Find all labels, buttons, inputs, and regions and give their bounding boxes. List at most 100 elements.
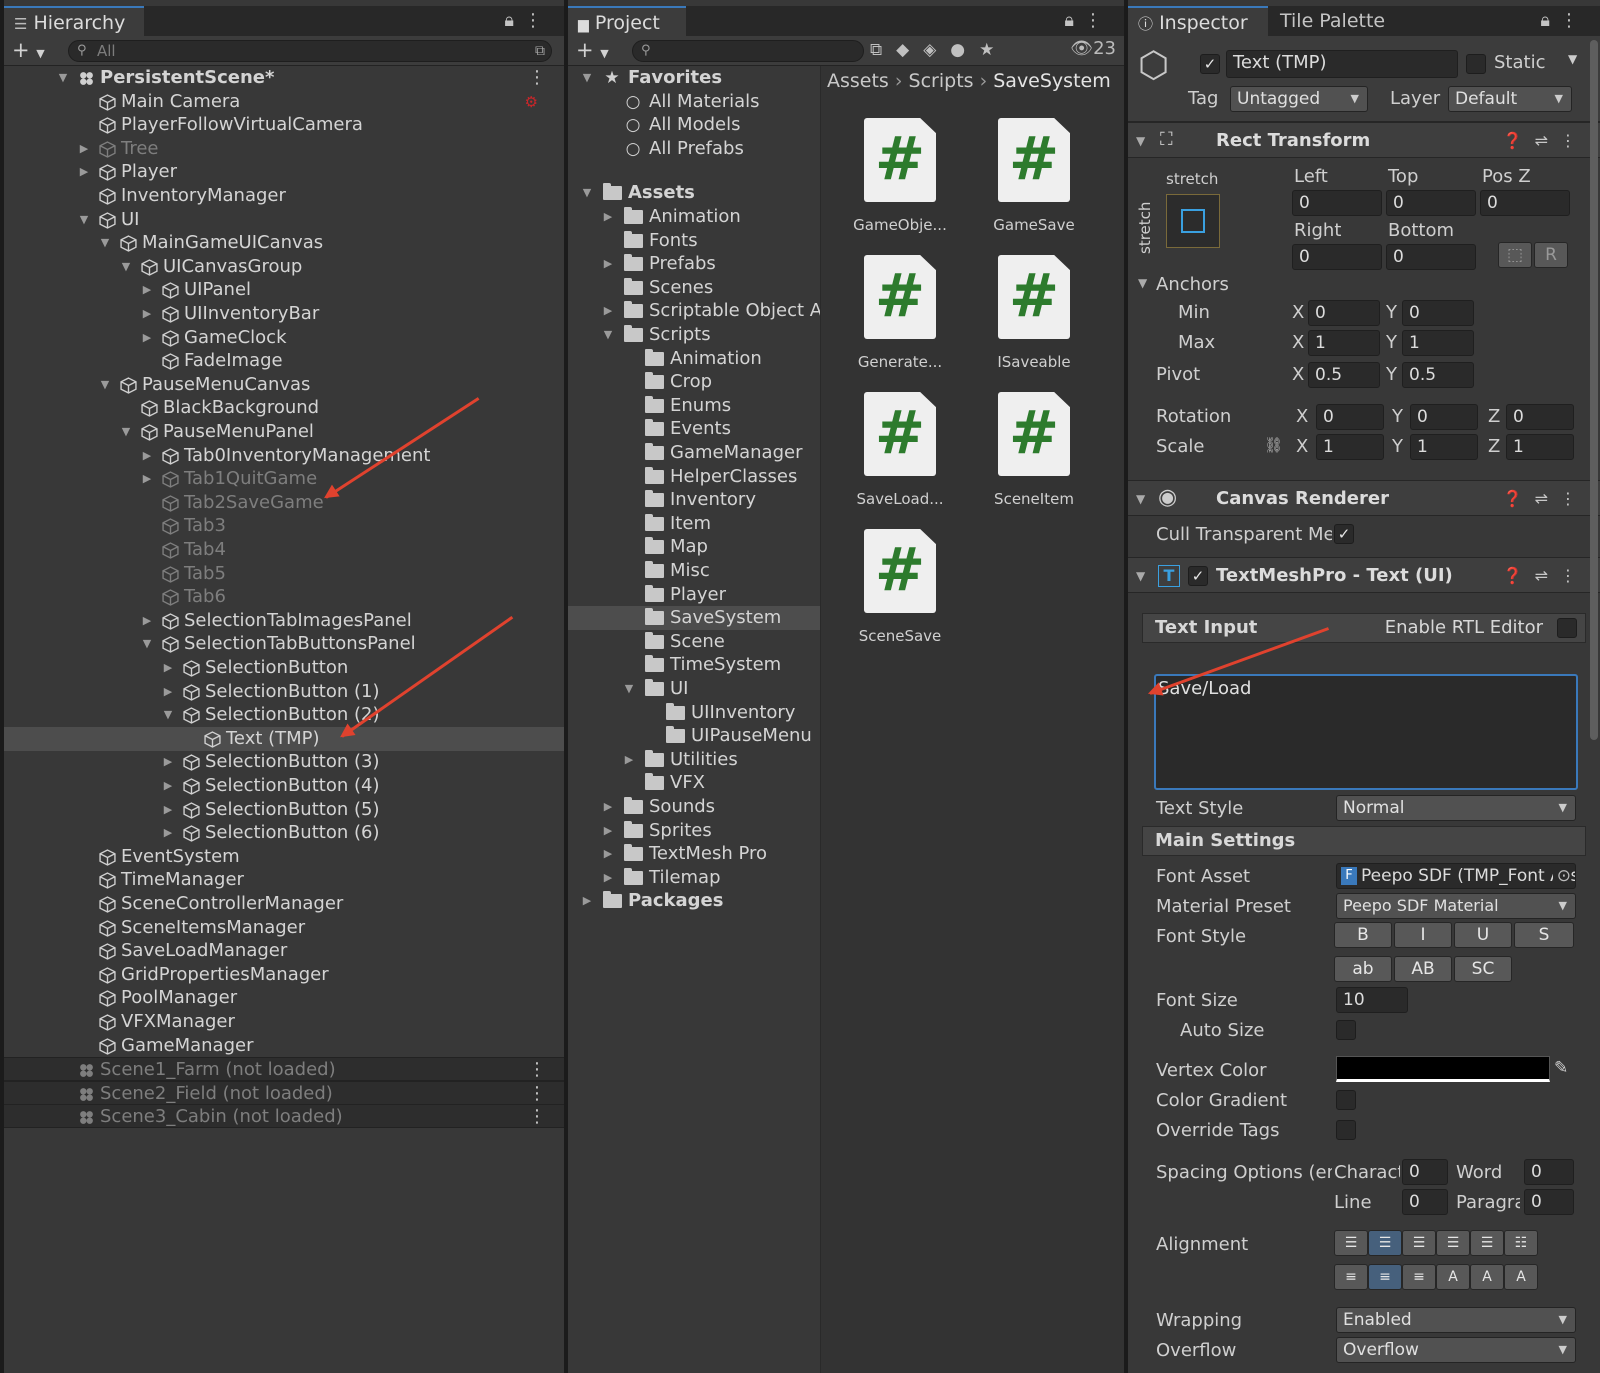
expand-arrow-down-icon[interactable]: ▼ (580, 181, 594, 205)
expand-arrow-down-icon[interactable]: ▼ (140, 632, 154, 656)
smallcaps-button[interactable]: SC (1454, 956, 1512, 982)
font-asset-field[interactable]: F Peepo SDF (TMP_Font Asset) ⊙ (1336, 863, 1576, 889)
project-tree-row[interactable]: ▶ Utilities (568, 748, 820, 772)
layer-dropdown[interactable]: Default (1448, 86, 1572, 112)
active-checkbox[interactable]: ✓ (1200, 54, 1220, 74)
component-tools[interactable]: ❓⇌⋮ (1503, 558, 1588, 594)
console-warning-icon[interactable]: ● (950, 40, 979, 60)
anchor-min-y-field[interactable]: 0 (1402, 300, 1474, 326)
static-checkbox[interactable] (1466, 54, 1486, 74)
kebab-menu-icon[interactable]: ⋮ (1560, 10, 1588, 31)
scene-kebab-menu-icon[interactable]: ⋮ (528, 1058, 546, 1082)
pivot-x-field[interactable]: 0.5 (1308, 362, 1380, 388)
overflow-dropdown[interactable]: Overflow (1336, 1337, 1576, 1363)
expand-arrow-right-icon[interactable]: ▶ (140, 444, 154, 468)
expand-arrow-right-icon[interactable]: ▶ (140, 609, 154, 633)
character-spacing-field[interactable]: 0 (1402, 1159, 1448, 1185)
project-tree-row[interactable]: Scenes (568, 276, 820, 300)
hierarchy-row[interactable]: BlackBackground (4, 396, 564, 420)
hierarchy-row[interactable]: GameManager (4, 1034, 564, 1058)
expand-arrow-down-icon[interactable]: ▼ (161, 703, 175, 727)
preset-icon[interactable]: ⇌ (1535, 566, 1560, 585)
inspector-scrollbar[interactable] (1590, 40, 1598, 740)
align-geometry-center-icon[interactable]: ☷ (1504, 1230, 1538, 1256)
search-by-type-icon[interactable]: ⧉ (870, 40, 896, 60)
rtl-editor-checkbox[interactable] (1557, 618, 1577, 638)
project-tree-row[interactable]: Scene (568, 630, 820, 654)
right-field[interactable]: 0 (1292, 244, 1382, 270)
expand-arrow-right-icon[interactable]: ▶ (161, 680, 175, 704)
help-icon[interactable]: ❓ (1503, 131, 1535, 150)
scene-visibility-icon[interactable]: ⧉ (535, 41, 545, 61)
project-tree-row[interactable]: ○ All Models (568, 113, 820, 137)
font-size-field[interactable]: 10 (1336, 987, 1408, 1013)
hierarchy-row[interactable]: ▶ Player (4, 160, 564, 184)
script-asset[interactable]: # ISaveable (975, 255, 1093, 371)
project-tree-row[interactable]: Fonts (568, 229, 820, 253)
lock-icon[interactable]: 🔒︎ (1064, 10, 1084, 31)
hierarchy-row[interactable]: ▼ MainGameUICanvas (4, 231, 564, 255)
hierarchy-row[interactable]: Tab4 (4, 538, 564, 562)
project-tree-row[interactable]: SaveSystem (568, 606, 820, 631)
expand-arrow-right-icon[interactable]: ▶ (161, 656, 175, 680)
preset-icon[interactable]: ⇌ (1535, 131, 1560, 150)
project-tree-row[interactable]: Enums (568, 394, 820, 418)
hierarchy-row[interactable]: InventoryManager (4, 184, 564, 208)
static-dropdown-icon[interactable]: ▼ (1568, 52, 1577, 66)
kebab-menu-icon[interactable]: ⋮ (1560, 566, 1588, 585)
favorite-star-icon[interactable]: ★ (979, 40, 1008, 60)
hierarchy-row[interactable]: ▶ Tree (4, 137, 564, 161)
align-middle-icon[interactable]: ≡ (1368, 1264, 1402, 1290)
project-tree-row[interactable]: GameManager (568, 441, 820, 465)
project-tree-row[interactable]: ▼ Scripts (568, 323, 820, 347)
align-baseline-icon[interactable]: A (1436, 1264, 1470, 1290)
wrapping-dropdown[interactable]: Enabled (1336, 1307, 1576, 1333)
rotation-y-field[interactable]: 0 (1410, 404, 1478, 430)
hierarchy-search-input[interactable]: ⚲ All ⧉ (68, 40, 552, 62)
project-tree-row[interactable]: ▶ Prefabs (568, 252, 820, 276)
textmeshpro-enabled-checkbox[interactable]: ✓ (1188, 566, 1208, 586)
create-dropdown-button[interactable]: + ▼ (576, 38, 609, 66)
create-dropdown-button[interactable]: + ▼ (12, 38, 45, 66)
expand-arrow-right-icon[interactable]: ▶ (140, 326, 154, 350)
italic-button[interactable]: I (1394, 922, 1452, 948)
expand-arrow-right-icon[interactable]: ▶ (161, 821, 175, 845)
collapse-arrow-icon[interactable]: ▼ (1136, 481, 1145, 517)
help-icon[interactable]: ❓ (1503, 489, 1535, 508)
kebab-menu-icon[interactable]: ⋮ (524, 10, 552, 31)
word-spacing-field[interactable]: 0 (1524, 1159, 1574, 1185)
rect-transform-header[interactable]: ▼ ⛶ Rect Transform ❓⇌⋮ (1128, 122, 1600, 158)
script-asset[interactable]: # SaveLoad... (841, 392, 959, 508)
component-tools[interactable]: ❓⇌⋮ (1503, 481, 1588, 517)
project-tree-row[interactable]: ▶ Tilemap (568, 866, 820, 890)
project-tree-row[interactable]: ▶ Scriptable Object Assets (568, 299, 869, 323)
bottom-field[interactable]: 0 (1386, 244, 1476, 270)
inspector-tab[interactable]: ⓘ Inspector (1128, 6, 1268, 36)
hierarchy-row[interactable]: ▶ SelectionButton (4) (4, 774, 564, 798)
hierarchy-scene-row[interactable]: Scene2_Field (not loaded) ⋮ (4, 1080, 564, 1105)
hierarchy-row[interactable]: ▶ UIPanel (4, 278, 564, 302)
align-justified-icon[interactable]: ☰ (1436, 1230, 1470, 1256)
project-tree-row[interactable]: ○ All Materials (568, 90, 820, 114)
expand-arrow-right-icon[interactable]: ▶ (580, 889, 594, 913)
line-spacing-field[interactable]: 0 (1402, 1189, 1448, 1215)
hierarchy-row[interactable]: ▶ GameClock (4, 326, 564, 350)
hierarchy-row[interactable]: ▼ SelectionButton (2) (4, 703, 564, 727)
align-right-icon[interactable]: ☰ (1402, 1230, 1436, 1256)
expand-arrow-right-icon[interactable]: ▶ (601, 795, 615, 819)
align-bottom-icon[interactable]: ≡ (1402, 1264, 1436, 1290)
hierarchy-row[interactable]: Main Camera ⚙ (4, 90, 564, 114)
script-asset[interactable]: # Generate... (841, 255, 959, 371)
script-asset[interactable]: # SceneItem (975, 392, 1093, 508)
expand-arrow-right-icon[interactable]: ▶ (140, 467, 154, 491)
textmeshpro-header[interactable]: ▼ T ✓ TextMeshPro - Text (UI) ❓⇌⋮ (1128, 557, 1600, 593)
rotation-z-field[interactable]: 0 (1506, 404, 1574, 430)
text-style-dropdown[interactable]: Normal (1336, 795, 1576, 821)
rotation-x-field[interactable]: 0 (1316, 404, 1384, 430)
anchors-collapse-arrow-icon[interactable]: ▼ (1138, 276, 1147, 290)
project-tree-row[interactable]: Item (568, 512, 820, 536)
hierarchy-tab-tools[interactable]: 🔒︎⋮ (504, 6, 552, 36)
lowercase-button[interactable]: ab (1334, 956, 1392, 982)
breadcrumb-scripts[interactable]: Scripts (909, 70, 974, 92)
project-tree-row[interactable]: ▶ Animation (568, 205, 820, 229)
